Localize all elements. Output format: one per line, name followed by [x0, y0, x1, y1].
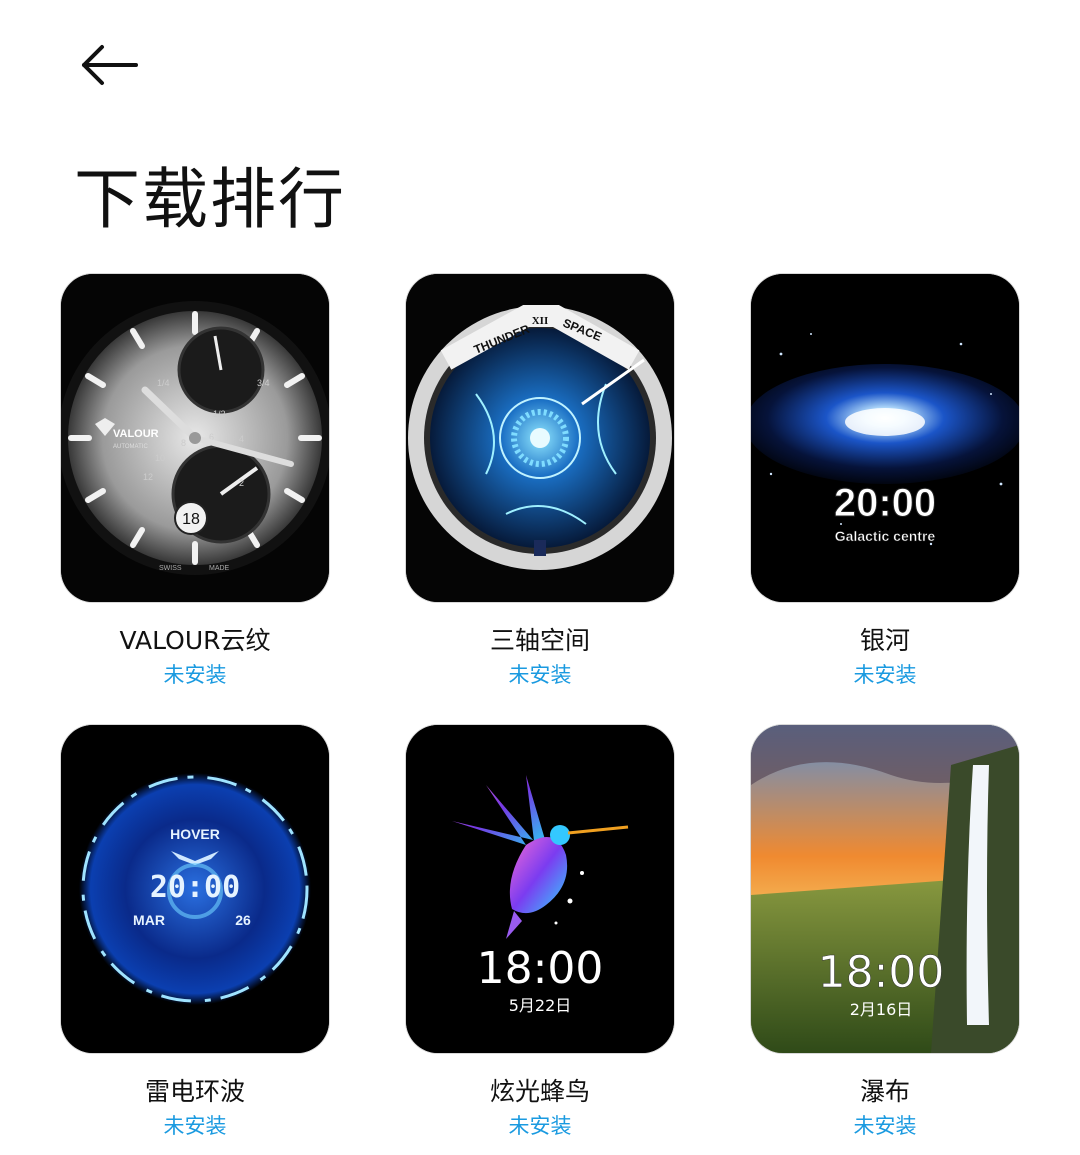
- brand-label: VALOUR: [113, 428, 159, 440]
- watchface-card-three-axis-space[interactable]: THUNDER SPACE XII 三轴空间 未安装: [406, 274, 674, 704]
- install-status: 未安装: [163, 1114, 227, 1138]
- watchface-preview: 20:00 Galactic centre: [751, 274, 1019, 602]
- subdial-label: 1/2: [213, 409, 226, 419]
- month-label: MAR: [133, 912, 165, 928]
- brand-sub-label: AUTOMATIC: [113, 444, 148, 450]
- subdial-label: 3/4: [257, 378, 270, 388]
- subdial-num: 12: [143, 472, 153, 482]
- subdial-num: 2: [239, 478, 244, 488]
- footer-label: MADE: [209, 565, 230, 572]
- install-status: 未安装: [508, 663, 572, 687]
- install-status: 未安装: [853, 1114, 917, 1138]
- watchface-preview: 18:00 2月16日: [751, 725, 1019, 1053]
- watchface-name: 银河: [859, 626, 910, 655]
- brand-label: HOVER: [170, 826, 220, 842]
- watchface-name: VALOUR云纹: [119, 626, 271, 655]
- watchface-card-hummingbird[interactable]: 18:00 5月22日 炫光蜂鸟 未安装: [406, 725, 674, 1155]
- date-label: 2月16日: [850, 1000, 913, 1019]
- date-window: 18: [182, 511, 200, 528]
- subdial-num: 10: [155, 453, 165, 463]
- watchface-card-thunder-wave[interactable]: HOVER 20:00 MAR 26 雷电环波 未安装: [61, 725, 329, 1155]
- watchface-name: 三轴空间: [489, 626, 590, 655]
- watchface-preview: THUNDER SPACE XII: [406, 274, 674, 602]
- subdial-num: 8: [181, 438, 186, 448]
- watchface-name: 瀑布: [859, 1077, 910, 1106]
- install-status: 未安装: [853, 663, 917, 687]
- time-display: 18:00: [818, 947, 945, 998]
- ring-label-center: XII: [532, 315, 549, 327]
- time-display: 18:00: [477, 943, 604, 994]
- date-label: 5月22日: [509, 996, 572, 1015]
- watchface-card-galaxy[interactable]: 20:00 Galactic centre 银河 未安装: [751, 274, 1019, 704]
- install-status: 未安装: [163, 663, 227, 687]
- caption-label: Galactic centre: [835, 528, 936, 544]
- watchface-name: 雷电环波: [144, 1077, 245, 1106]
- time-display: 20:00: [834, 481, 936, 525]
- watchface-preview: HOVER 20:00 MAR 26: [61, 725, 329, 1053]
- watchface-preview: 18:00 5月22日: [406, 725, 674, 1053]
- footer-label: SWISS: [159, 565, 182, 572]
- watchface-grid: 1/4 1/2 3/4 12 10 8 6 4 2 18 VALOUR AUTO…: [0, 0, 1080, 1153]
- watchface-card-waterfall[interactable]: 18:00 2月16日 瀑布 未安装: [751, 725, 1019, 1155]
- time-display: 20:00: [150, 870, 240, 905]
- install-status: 未安装: [508, 1114, 572, 1138]
- watchface-preview: 1/4 1/2 3/4 12 10 8 6 4 2 18 VALOUR AUTO…: [61, 274, 329, 602]
- watchface-name: 炫光蜂鸟: [489, 1077, 590, 1106]
- subdial-num: 4: [239, 434, 244, 444]
- day-label: 26: [235, 912, 251, 928]
- subdial-label: 1/4: [157, 378, 170, 388]
- watchface-card-valour[interactable]: 1/4 1/2 3/4 12 10 8 6 4 2 18 VALOUR AUTO…: [61, 274, 329, 704]
